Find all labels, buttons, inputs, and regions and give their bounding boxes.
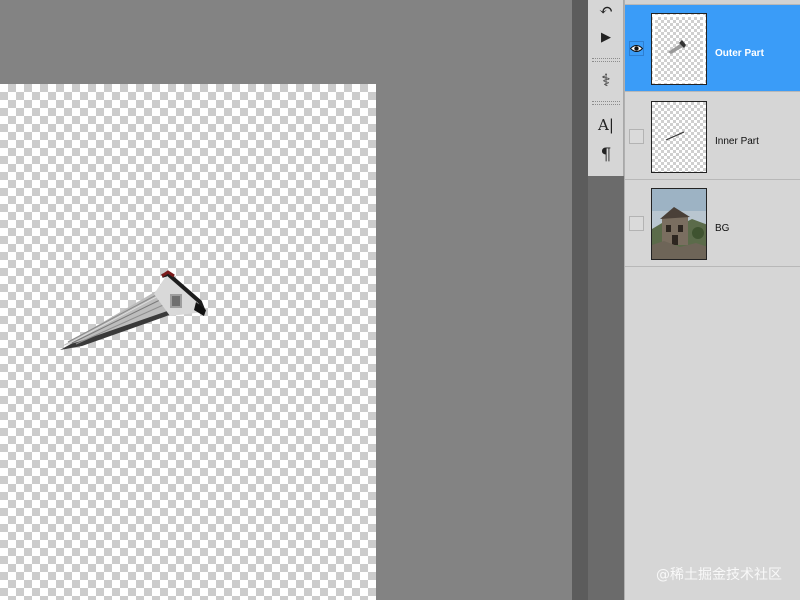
layer-thumbnail-inner-part[interactable] xyxy=(651,101,707,173)
layer-name[interactable]: Inner Part xyxy=(715,136,759,147)
document-workspace[interactable] xyxy=(0,0,572,600)
visibility-toggle[interactable] xyxy=(629,216,644,231)
actions-play-icon[interactable]: ▶ xyxy=(593,26,619,48)
layer-row-bg[interactable]: BG xyxy=(625,180,800,267)
layer-thumbnail-outer-part[interactable] xyxy=(651,13,707,85)
eye-icon xyxy=(630,45,643,52)
layer-row-inner-part[interactable]: Inner Part xyxy=(625,93,800,180)
dock-divider xyxy=(572,0,588,600)
panel-separator xyxy=(592,58,620,59)
clone-source-icon[interactable]: ⚕ xyxy=(593,70,619,92)
layer-row-outer-part[interactable]: Outer Part xyxy=(625,5,800,92)
watermark: @稀土掘金技术社区 xyxy=(656,567,782,583)
layer-name[interactable]: BG xyxy=(715,223,729,234)
visibility-toggle[interactable] xyxy=(629,41,644,56)
document-canvas[interactable] xyxy=(0,84,376,600)
character-icon[interactable]: A| xyxy=(593,114,619,136)
visibility-toggle[interactable] xyxy=(629,129,644,144)
layer-name[interactable]: Outer Part xyxy=(715,48,764,59)
panel-icon-strip: ↶ ▶ ⚕ A| ¶ xyxy=(588,0,624,600)
layer-thumbnail-bg[interactable] xyxy=(651,188,707,260)
roof-fragment-thumb xyxy=(668,40,686,54)
history-icon[interactable]: ↶ xyxy=(593,0,619,22)
collapsed-panels: ↶ ▶ ⚕ A| ¶ xyxy=(588,0,624,176)
roof-fragment-image xyxy=(60,270,206,350)
panel-separator xyxy=(592,61,620,62)
paragraph-icon[interactable]: ¶ xyxy=(593,144,619,166)
house-photo-thumb xyxy=(652,189,706,259)
panel-separator xyxy=(592,101,620,102)
layers-panel: Outer Part Inner Part BG xyxy=(624,0,800,600)
roof-underside-thumb xyxy=(665,131,685,141)
panel-separator xyxy=(592,104,620,105)
